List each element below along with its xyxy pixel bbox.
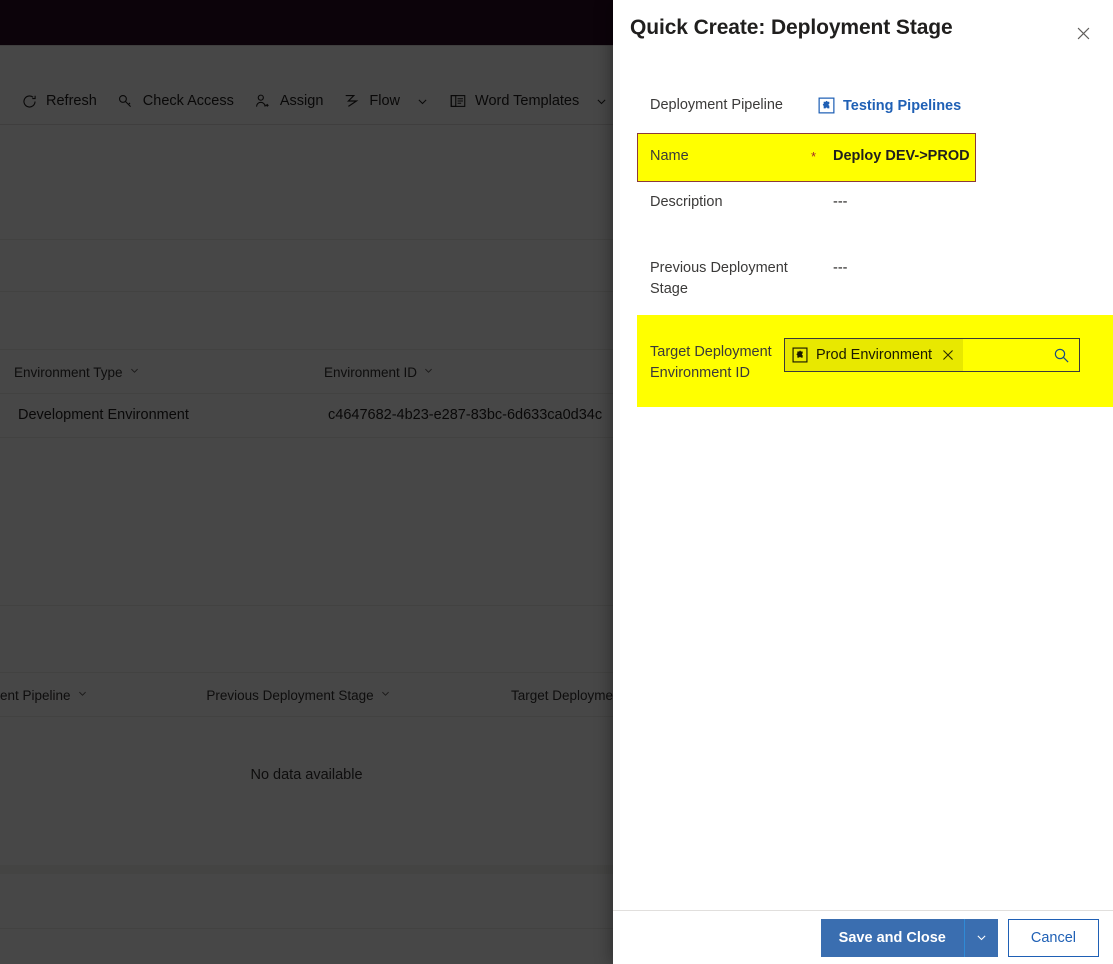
deployment-pipeline-link[interactable]: Testing Pipelines xyxy=(818,95,961,116)
divider xyxy=(0,928,613,929)
column-header-deployment-pipeline[interactable]: ent Pipeline xyxy=(0,688,206,703)
column-header-environment-type[interactable]: Environment Type xyxy=(14,365,324,380)
required-indicator: * xyxy=(811,149,817,164)
divider xyxy=(0,291,613,292)
lookup-chip-text: Prod Environment xyxy=(816,347,933,363)
app-body: Refresh Check Access Assign Flow Word Te… xyxy=(0,45,613,964)
person-assign-icon xyxy=(254,92,272,110)
field-name: Name * Deploy DEV->PROD xyxy=(650,146,1090,167)
chevron-down-icon[interactable] xyxy=(595,95,608,108)
pipeline-entity-icon xyxy=(818,97,835,114)
app-top-bar xyxy=(0,0,613,45)
save-and-close-button[interactable]: Save and Close xyxy=(820,918,964,957)
search-icon[interactable] xyxy=(1050,344,1072,366)
chevron-down-icon xyxy=(77,688,88,702)
cell-environment-id: c4647682-4b23-e287-83bc-6d633ca0d34c xyxy=(328,407,603,423)
quick-create-panel: Quick Create: Deployment Stage Deploymen… xyxy=(613,0,1113,964)
command-check-access[interactable]: Check Access xyxy=(107,78,244,124)
background-app: Refresh Check Access Assign Flow Word Te… xyxy=(0,0,613,964)
field-deployment-pipeline: Deployment Pipeline Testing Pipelines xyxy=(650,95,1090,116)
save-and-close-split-button: Save and Close xyxy=(820,918,998,957)
environment-entity-icon xyxy=(792,346,809,364)
close-icon[interactable] xyxy=(1067,17,1099,49)
clear-chip-icon[interactable] xyxy=(939,346,957,364)
command-word-templates[interactable]: Word Templates xyxy=(439,78,613,124)
column-header-environment-id[interactable]: Environment ID xyxy=(324,365,434,380)
field-description: Description --- xyxy=(650,192,1090,213)
name-input[interactable]: Deploy DEV->PROD xyxy=(833,146,970,167)
divider xyxy=(0,716,613,717)
target-environment-lookup-input[interactable]: Prod Environment xyxy=(784,338,1080,372)
panel-footer: Save and Close Cancel xyxy=(613,910,1113,964)
scroll-band[interactable] xyxy=(0,865,613,874)
chevron-down-icon[interactable] xyxy=(416,95,429,108)
divider xyxy=(0,349,613,350)
field-value[interactable]: Testing Pipelines xyxy=(843,98,961,114)
cell-environment-type: Development Environment xyxy=(18,407,189,423)
field-label: Name xyxy=(650,148,689,164)
divider xyxy=(0,672,613,673)
description-input[interactable]: --- xyxy=(833,192,848,213)
grid-empty-message: No data available xyxy=(250,767,363,783)
divider xyxy=(0,239,613,240)
grid-header-bottom: ent Pipeline Previous Deployment Stage T… xyxy=(0,674,613,716)
command-label: Assign xyxy=(279,93,324,109)
chevron-down-icon xyxy=(423,365,434,379)
screen: Refresh Check Access Assign Flow Word Te… xyxy=(0,0,1113,964)
flow-icon xyxy=(343,92,361,110)
command-label: Refresh xyxy=(46,93,97,109)
divider xyxy=(0,437,613,438)
divider xyxy=(0,124,613,125)
chevron-down-icon xyxy=(129,365,140,379)
key-icon xyxy=(117,92,135,110)
column-header-previous-deployment-stage[interactable]: Previous Deployment Stage xyxy=(206,688,511,703)
page-title: Quick Create: Deployment Stage xyxy=(630,16,953,39)
command-flow[interactable]: Flow xyxy=(333,78,439,124)
divider xyxy=(0,605,613,606)
chevron-down-icon xyxy=(380,688,391,702)
field-previous-deployment-stage: Previous Deployment Stage --- xyxy=(650,258,1090,300)
command-label: Word Templates xyxy=(475,93,580,109)
cancel-button[interactable]: Cancel xyxy=(1007,918,1099,957)
refresh-icon xyxy=(20,92,38,110)
grid-header-top: Environment Type Environment ID xyxy=(0,351,613,393)
field-label: Previous Deployment Stage xyxy=(650,260,788,297)
field-label: Description xyxy=(650,194,723,210)
command-bar: Refresh Check Access Assign Flow Word Te… xyxy=(0,78,613,124)
save-options-chevron-down-icon[interactable] xyxy=(963,918,998,957)
command-label: Flow xyxy=(369,93,401,109)
command-label: Check Access xyxy=(142,93,234,109)
command-assign[interactable]: Assign xyxy=(244,78,334,124)
word-doc-icon xyxy=(449,92,467,110)
previous-deployment-stage-input[interactable]: --- xyxy=(833,258,848,300)
divider xyxy=(0,45,613,46)
field-label: Deployment Pipeline xyxy=(650,97,783,113)
command-refresh[interactable]: Refresh xyxy=(10,78,107,124)
lookup-chip[interactable]: Prod Environment xyxy=(785,339,964,371)
table-row[interactable]: Development Environment c4647682-4b23-e2… xyxy=(0,393,613,437)
column-header-target-deployment[interactable]: Target Deployme xyxy=(511,688,613,703)
